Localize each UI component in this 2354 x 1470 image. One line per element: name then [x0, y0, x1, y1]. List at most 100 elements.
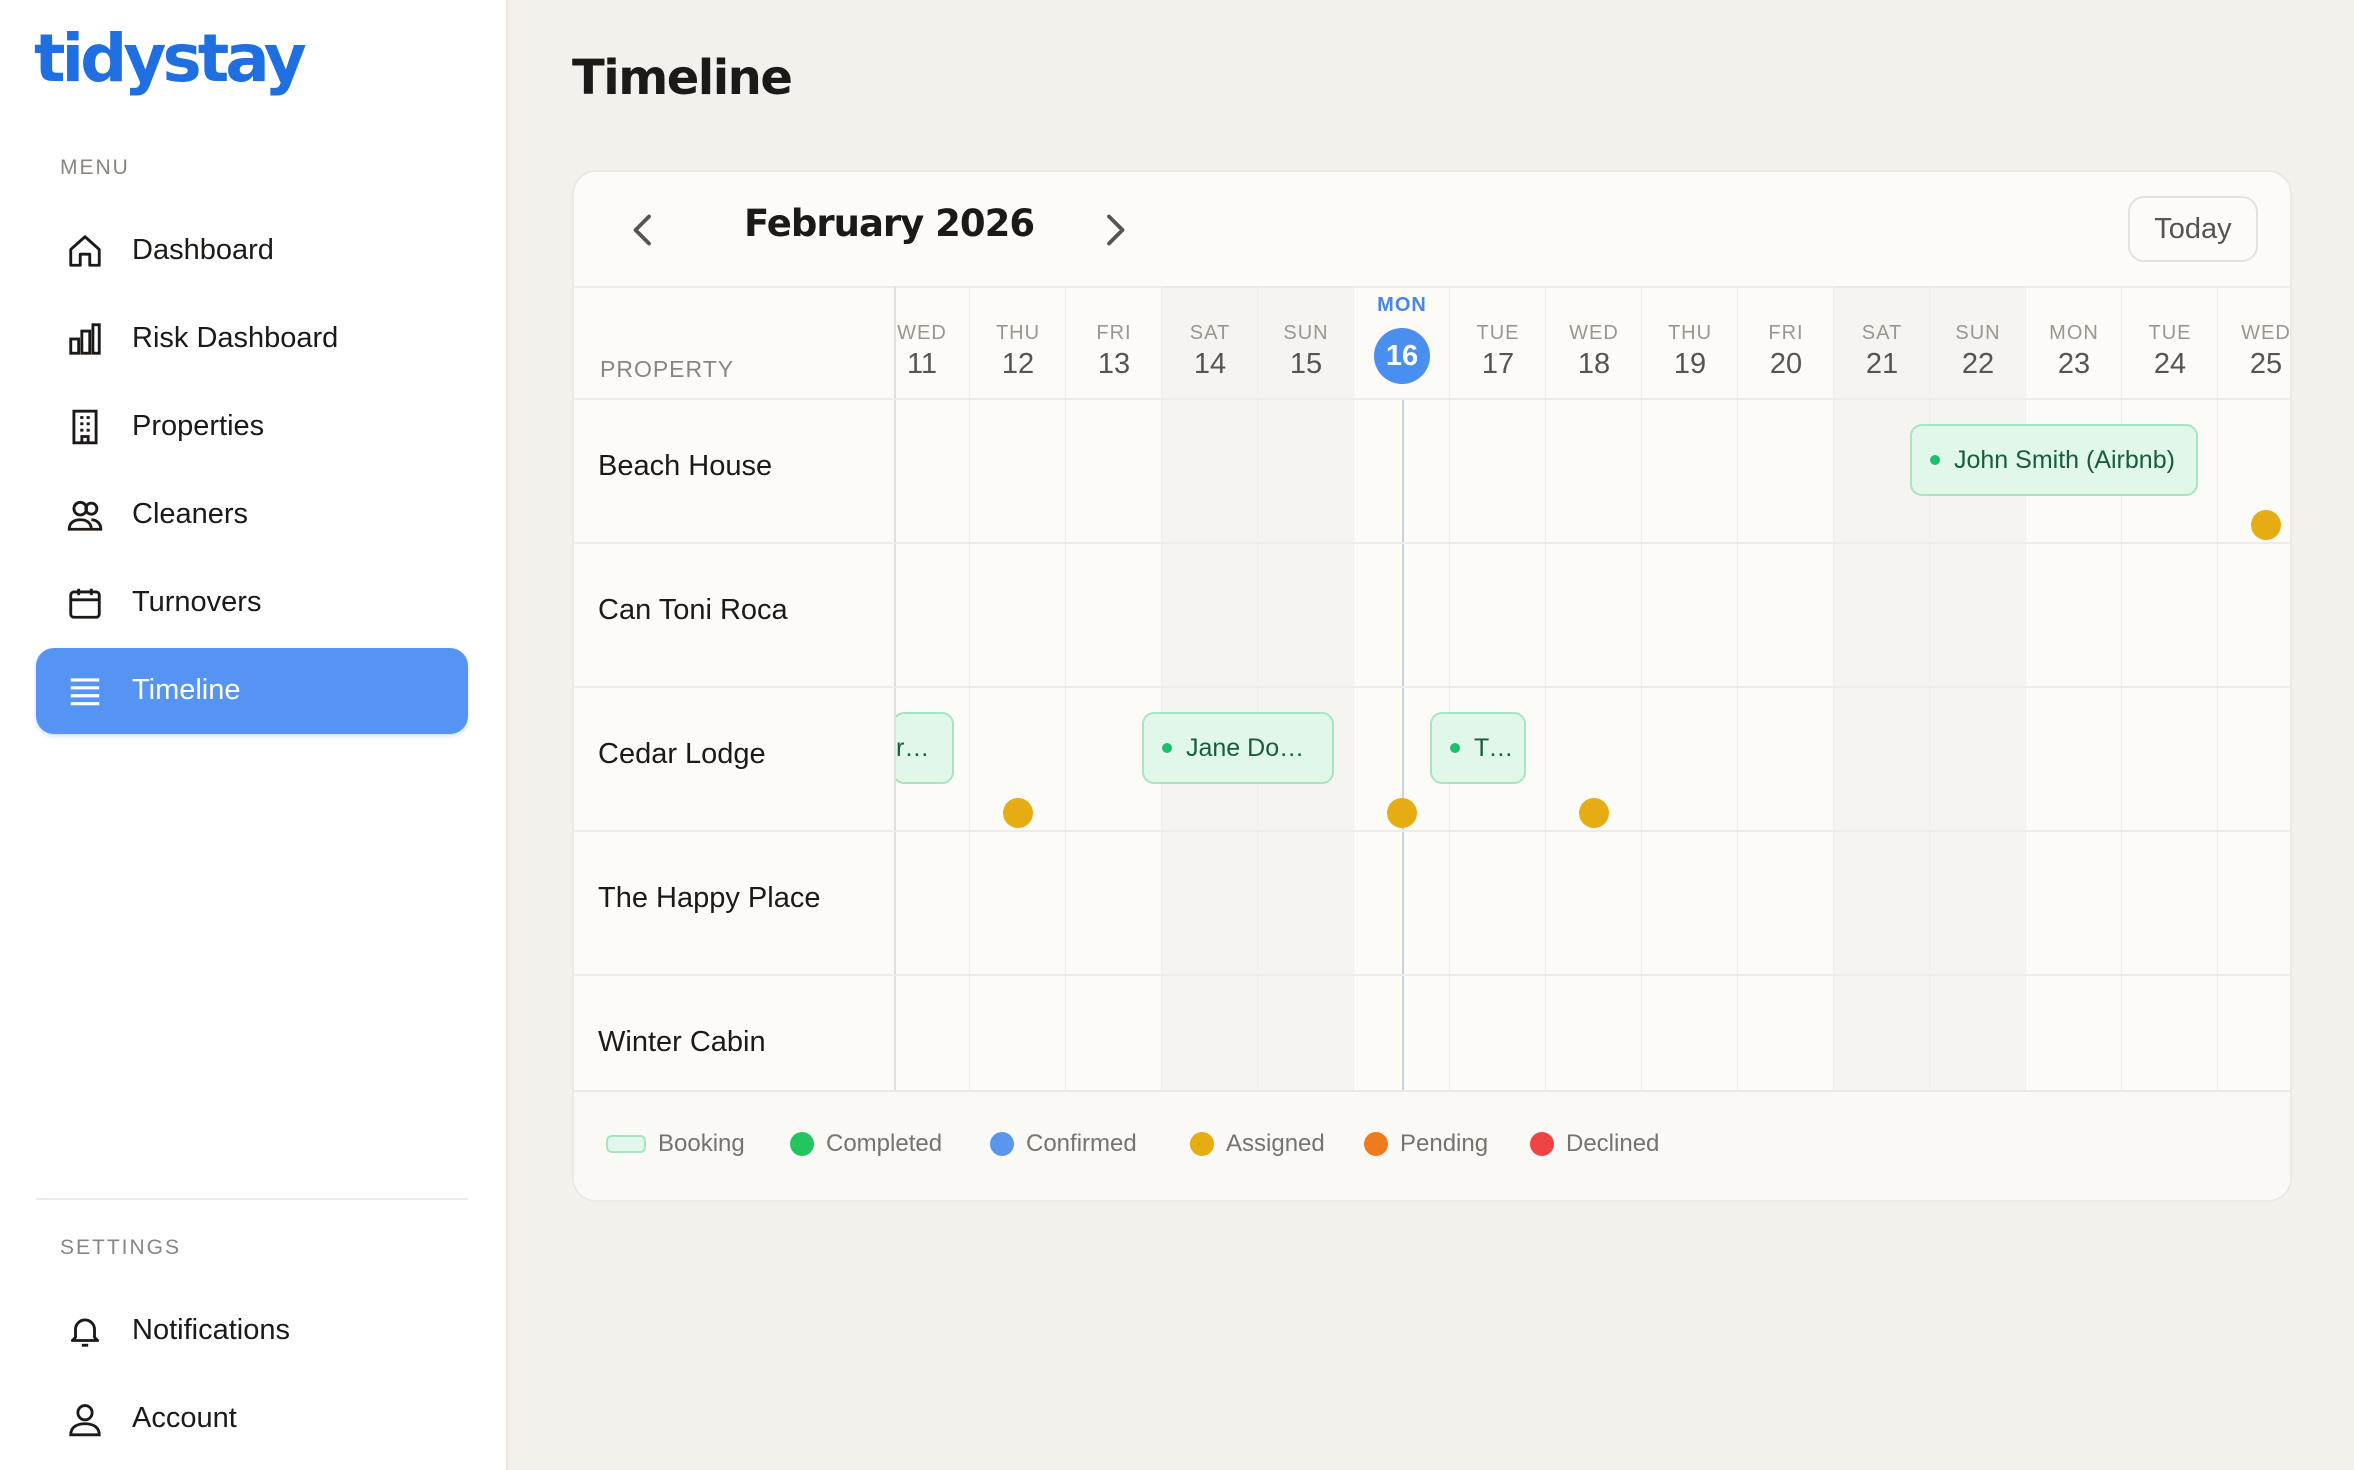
property-name[interactable]: Cedar Lodge	[598, 738, 766, 771]
bell-icon	[70, 1318, 100, 1347]
day-of-week-label: SUN	[1283, 322, 1329, 344]
legend-swatch	[1364, 1132, 1388, 1156]
list-icon	[70, 678, 100, 706]
day-of-week-label: TUE	[2148, 322, 2192, 344]
day-number-label: 23	[2057, 348, 2091, 380]
day-column: FRI 20	[1738, 286, 1834, 1090]
day-number-label: 18	[1577, 348, 1611, 380]
timeline-card: February 2026 Today PROPERTY Beach House…	[572, 170, 2292, 1202]
property-name[interactable]: Winter Cabin	[598, 1026, 766, 1059]
property-name[interactable]: The Happy Place	[598, 882, 820, 915]
legend-item-completed: Completed	[790, 1130, 942, 1158]
day-number-label: 12	[1001, 348, 1035, 380]
turnover-marker-assigned[interactable]	[1003, 798, 1033, 828]
sidebar-item-label: Timeline	[132, 674, 241, 706]
month-label: February 2026	[744, 202, 1035, 245]
legend-swatch	[1190, 1132, 1214, 1156]
legend-label: Pending	[1400, 1130, 1489, 1157]
day-number-label: 22	[1961, 348, 1995, 380]
sidebar-item-turnovers[interactable]: Turnovers	[36, 560, 468, 646]
user-icon	[69, 1404, 101, 1437]
booking-bar[interactable]: John Smith (Airbnb)	[1910, 424, 2198, 496]
page-title: Timeline	[572, 50, 793, 106]
settings-section-label: SETTINGS	[60, 1236, 182, 1259]
sidebar-item-label: Risk Dashboard	[132, 322, 339, 354]
day-column: WED 18	[1546, 286, 1642, 1090]
day-of-week-label: MON	[1377, 294, 1427, 316]
day-of-week-label: THU	[995, 322, 1041, 344]
sidebar-item-label: Cleaners	[132, 498, 249, 530]
legend-label: Completed	[826, 1130, 943, 1157]
day-of-week-label: WED	[1569, 322, 1619, 344]
legend-swatch	[990, 1132, 1014, 1156]
sidebar-item-timeline[interactable]: Timeline	[36, 648, 468, 734]
day-column: SAT 14	[1162, 286, 1258, 1090]
today-marker-line	[1402, 398, 1404, 1090]
calendar-icon	[69, 588, 101, 619]
legend-label: Declined	[1566, 1130, 1660, 1157]
day-of-week-label: FRI	[1096, 322, 1132, 344]
day-column: TUE 24	[2122, 286, 2218, 1090]
turnover-marker-assigned[interactable]	[2251, 510, 2281, 540]
day-of-week-label: SUN	[1955, 322, 2001, 344]
day-number-label: 15	[1289, 348, 1323, 380]
legend-item-booking: Booking	[606, 1130, 745, 1158]
row-divider	[574, 974, 2290, 976]
property-name[interactable]: Can Toni Roca	[598, 594, 788, 627]
day-column: MON 23	[2026, 286, 2122, 1090]
day-number-label: 17	[1481, 348, 1515, 380]
legend-item-confirmed: Confirmed	[990, 1130, 1137, 1158]
property-name[interactable]: Beach House	[598, 450, 772, 483]
day-column: WED 11	[896, 286, 970, 1090]
sidebar-item-notifications[interactable]: Notifications	[36, 1288, 468, 1374]
legend-item-declined: Declined	[1530, 1130, 1659, 1158]
day-column: FRI 13	[1066, 286, 1162, 1090]
chevron-left-icon[interactable]	[628, 212, 658, 248]
booking-bar[interactable]: rbnb)	[896, 712, 954, 784]
timeline-grid: WED 11 THU 12 FRI 13 SAT 14 SUN 15 MON 16 TUE 17 WED 18…	[896, 286, 2290, 1090]
sidebar: tidystay MENU Dashboard Risk Dashboard P…	[0, 0, 508, 1470]
sidebar-item-label: Turnovers	[132, 586, 262, 618]
day-number-label: 24	[2153, 348, 2187, 380]
sidebar-item-cleaners[interactable]: Cleaners	[36, 472, 468, 558]
legend-swatch	[1530, 1132, 1554, 1156]
sidebar-divider	[36, 1198, 468, 1200]
chevron-right-icon[interactable]	[1100, 212, 1130, 248]
booking-label: Jane Doe (Airbnb) ...	[1186, 733, 1332, 762]
booking-bar[interactable]: Tight Tur...	[1430, 712, 1526, 784]
legend-swatch	[790, 1132, 814, 1156]
today-date-badge: 16	[1374, 328, 1430, 384]
sidebar-item-dashboard[interactable]: Dashboard	[36, 208, 468, 294]
booking-status-dot	[1162, 743, 1172, 753]
legend-item-assigned: Assigned	[1190, 1130, 1325, 1158]
home-icon	[69, 235, 101, 267]
day-of-week-label: WED	[897, 322, 947, 344]
menu-section-label: MENU	[60, 156, 130, 179]
day-number-label: 21	[1865, 348, 1899, 380]
bar-chart-icon	[69, 323, 101, 355]
day-of-week-label: FRI	[1768, 322, 1804, 344]
sidebar-item-risk-dashboard[interactable]: Risk Dashboard	[36, 296, 468, 382]
sidebar-item-properties[interactable]: Properties	[36, 384, 468, 470]
booking-label: John Smith (Airbnb)	[1954, 445, 2175, 474]
day-number-label: 20	[1769, 348, 1803, 380]
legend: Booking Completed Confirmed Assigned Pending…	[574, 1090, 2290, 1200]
day-column: WED 25	[2218, 286, 2290, 1090]
day-column: THU 12	[970, 286, 1066, 1090]
row-divider	[574, 542, 2290, 544]
day-number-label: 14	[1193, 348, 1227, 380]
booking-status-dot	[1930, 455, 1940, 465]
building-icon	[72, 409, 98, 445]
row-divider	[574, 686, 2290, 688]
property-column-header: PROPERTY	[600, 356, 735, 382]
sidebar-item-account[interactable]: Account	[36, 1376, 468, 1462]
turnover-marker-assigned[interactable]	[1579, 798, 1609, 828]
brand-logo[interactable]: tidystay	[34, 20, 307, 97]
booking-bar[interactable]: Jane Doe (Airbnb) ...	[1142, 712, 1334, 784]
turnover-marker-assigned[interactable]	[1387, 798, 1417, 828]
legend-label: Booking	[658, 1130, 745, 1157]
day-column: THU 19	[1642, 286, 1738, 1090]
legend-swatch	[606, 1135, 646, 1153]
legend-label: Assigned	[1226, 1130, 1325, 1157]
today-button[interactable]: Today	[2128, 196, 2258, 262]
